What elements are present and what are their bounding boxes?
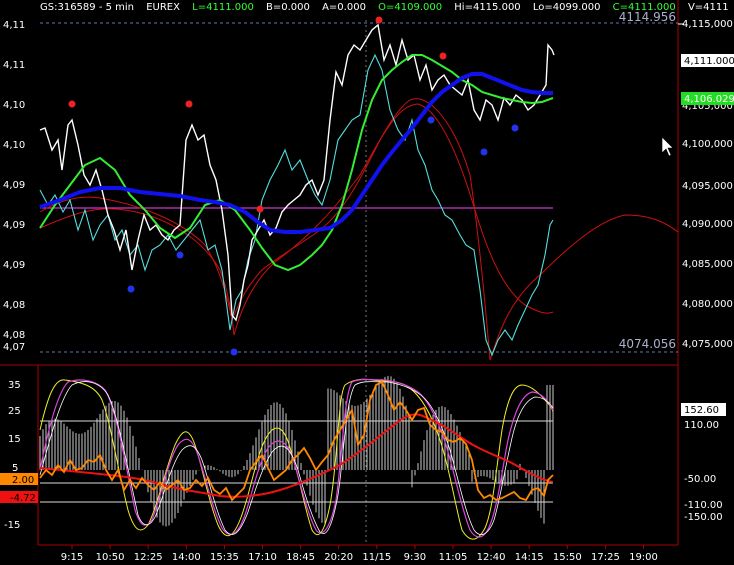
osc-left-tick: 35	[8, 380, 21, 391]
left-price-tick: 4,08	[3, 300, 25, 311]
time-tick: 15:50	[553, 552, 582, 563]
time-tick: 19:00	[629, 552, 658, 563]
signal-dot-red	[439, 52, 447, 60]
time-tick: 17:10	[248, 552, 277, 563]
right-price-tick: 4,075,000	[682, 339, 733, 350]
signal-dot-blue	[176, 251, 184, 259]
time-tick: 14:15	[515, 552, 544, 563]
signal-dot-red	[185, 100, 193, 108]
cyan-line	[39, 53, 554, 357]
signal-dot-blue	[127, 285, 135, 293]
low-level-label: 4074.056	[619, 337, 676, 351]
left-price-tick: 4,07	[3, 342, 25, 353]
left-price-axis: 4,11 4,11 4,10 4,10 4,09 4,09 4,09 4,08 …	[3, 20, 25, 353]
osc-left-tick: 5	[12, 463, 18, 474]
left-price-tick: 4,09	[3, 220, 25, 231]
last-price-tag-text: 4,111.000	[684, 56, 734, 67]
osc-left-tick: 15	[8, 434, 21, 445]
right-price-tick: 4,100,000	[682, 139, 733, 150]
osc-right-tick: 110.00	[684, 420, 719, 431]
oscillator-panel: 35 25 15 5 -5 -15 2.00 -4.72 152.60 110.…	[0, 375, 726, 540]
osc-right-tag-text: 152.60	[684, 405, 719, 416]
osc-right-tick: -50.00	[684, 474, 716, 485]
left-price-tick: 4,09	[3, 260, 25, 271]
time-tick: 11:05	[439, 552, 468, 563]
left-price-tick: 4,10	[3, 140, 25, 151]
mouse-cursor-icon	[661, 136, 674, 157]
signal-dot-blue	[427, 116, 435, 124]
left-price-tick: 4,11	[3, 60, 25, 71]
osc-right-tick: -150.00	[684, 512, 723, 523]
signal-dot-blue	[480, 148, 488, 156]
time-tick: 18:45	[286, 552, 315, 563]
osc-right-tick: -110.00	[684, 500, 723, 511]
time-tick: 15:35	[210, 552, 239, 563]
right-price-tick: 4,085,000	[682, 259, 733, 270]
time-tick: 12:40	[477, 552, 506, 563]
right-price-axis: 4,115,000 4,110,000 4,105,000 4,100,000 …	[678, 19, 733, 350]
osc-left-tick: -15	[4, 520, 20, 531]
left-price-tick: 4,10	[3, 100, 25, 111]
signal-dot-red	[256, 205, 264, 213]
time-tick: 9:15	[61, 552, 83, 563]
time-tick: 20:20	[324, 552, 353, 563]
time-tick: 12:25	[134, 552, 163, 563]
time-tick: 11/15	[362, 552, 391, 563]
right-price-tick: 4,090,000	[682, 219, 733, 230]
left-price-tick: 4,08	[3, 330, 25, 341]
osc-yellow-line	[39, 378, 554, 540]
time-tick: 10:50	[96, 552, 125, 563]
time-tick: 14:00	[172, 552, 201, 563]
time-tick: 17:25	[591, 552, 620, 563]
osc-orange-line	[39, 380, 554, 502]
osc-left-tick: 25	[8, 406, 21, 417]
time-axis: 9:15 10:50 12:25 14:00 15:35 17:10 18:45 20:20 1…	[61, 545, 658, 563]
chart-canvas[interactable]: 4114.956 4074.056 4,11 4,11 4,10 4,10 4,…	[0, 0, 734, 565]
right-price-tick: 4,080,000	[682, 299, 733, 310]
signal-dot-blue	[230, 348, 238, 356]
signal-dot-blue	[511, 124, 519, 132]
high-level-label: 4114.956	[619, 10, 676, 24]
left-price-tick: 4,09	[3, 180, 25, 191]
red-envelope-curve-2	[39, 103, 554, 322]
osc-left-tag-orange-text: 2.00	[12, 475, 34, 486]
signal-dot-red	[375, 16, 383, 24]
time-tick: 9:30	[404, 552, 426, 563]
right-price-tick: 4,095,000	[682, 181, 733, 192]
oscillator-histogram	[39, 375, 554, 527]
signal-dot-red	[68, 100, 76, 108]
right-price-tick: 4,115,000	[682, 19, 733, 30]
osc-left-tag-red-text: -4.72	[10, 493, 36, 504]
ma-price-tag-text: 4,106.029	[684, 94, 734, 105]
left-price-tick: 4,11	[3, 20, 25, 31]
